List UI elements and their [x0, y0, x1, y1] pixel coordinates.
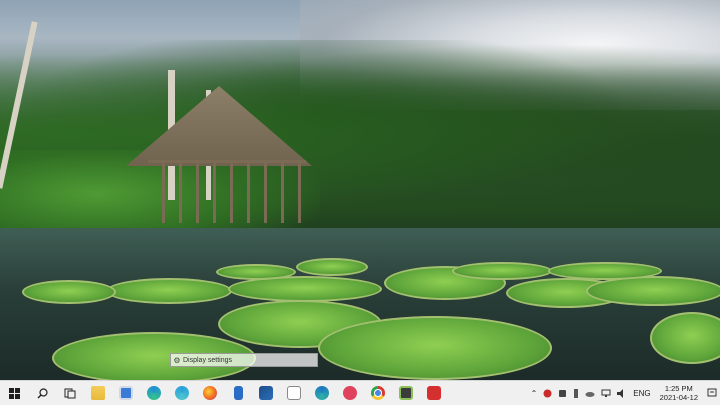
task-view-button[interactable] — [56, 381, 84, 405]
document-app-icon — [287, 386, 301, 400]
lily-pad — [106, 278, 232, 304]
start-button[interactable] — [0, 381, 28, 405]
lily-pad — [318, 316, 552, 380]
language-indicator[interactable]: ENG — [630, 389, 653, 398]
display-settings-tooltip[interactable]: ⚙ Display settings — [170, 353, 318, 367]
lily-pad — [586, 276, 720, 306]
edge-dev-icon — [315, 386, 329, 400]
lily-pad — [216, 264, 296, 280]
microsoft-store-icon — [119, 386, 133, 400]
system-tray: ⌃ ENG 1:25 PM 2021-04-12 — [528, 381, 720, 405]
media-app-icon — [399, 386, 413, 400]
network-icon[interactable] — [598, 389, 614, 398]
clock[interactable]: 1:25 PM 2021-04-12 — [654, 384, 704, 402]
search-icon — [37, 387, 48, 398]
microsoft-store-button[interactable] — [112, 381, 140, 405]
volume-icon[interactable] — [614, 388, 630, 398]
tooltip-label: Display settings — [183, 356, 233, 364]
edge-dev-button[interactable] — [308, 381, 336, 405]
search-button[interactable] — [28, 381, 56, 405]
notifications-icon[interactable] — [704, 388, 720, 398]
document-app-button[interactable] — [280, 381, 308, 405]
gear-icon: ⚙ — [173, 355, 181, 365]
task-view-icon — [64, 388, 76, 398]
firefox-button[interactable] — [196, 381, 224, 405]
clock-time: 1:25 PM — [664, 384, 693, 393]
edge-beta-button[interactable] — [168, 381, 196, 405]
window-app-icon — [259, 386, 273, 400]
app-red-icon — [343, 386, 357, 400]
firefox-icon — [203, 386, 217, 400]
media-app-button[interactable] — [392, 381, 420, 405]
taskbar: ⌃ ENG 1:25 PM 2021-04-12 — [0, 380, 720, 405]
pdf-app-icon — [427, 386, 441, 400]
lily-pad — [452, 262, 552, 280]
windows-logo-icon — [8, 387, 20, 399]
lily-pad — [548, 262, 662, 280]
chevron-up-icon[interactable]: ⌃ — [528, 389, 541, 398]
chrome-icon — [371, 386, 385, 400]
security-icon[interactable] — [555, 389, 570, 398]
window-app-button[interactable] — [252, 381, 280, 405]
desktop-wallpaper[interactable] — [0, 0, 720, 380]
file-explorer-button[interactable] — [84, 381, 112, 405]
file-explorer-icon — [91, 386, 105, 400]
pdf-app-button[interactable] — [420, 381, 448, 405]
clock-date: 2021-04-12 — [659, 393, 698, 402]
edge-button[interactable] — [140, 381, 168, 405]
shield-icon[interactable] — [540, 389, 555, 398]
usb-icon[interactable] — [570, 388, 582, 398]
hut-stilts — [148, 160, 306, 223]
lily-pad — [22, 280, 116, 304]
edge-icon — [147, 386, 161, 400]
app-red-button[interactable] — [336, 381, 364, 405]
cloud-icon[interactable] — [582, 390, 598, 397]
lily-pad — [296, 258, 368, 276]
app-badge-icon — [233, 386, 243, 400]
edge-beta-icon — [175, 386, 189, 400]
chrome-button[interactable] — [364, 381, 392, 405]
app-badge-button[interactable] — [224, 381, 252, 405]
